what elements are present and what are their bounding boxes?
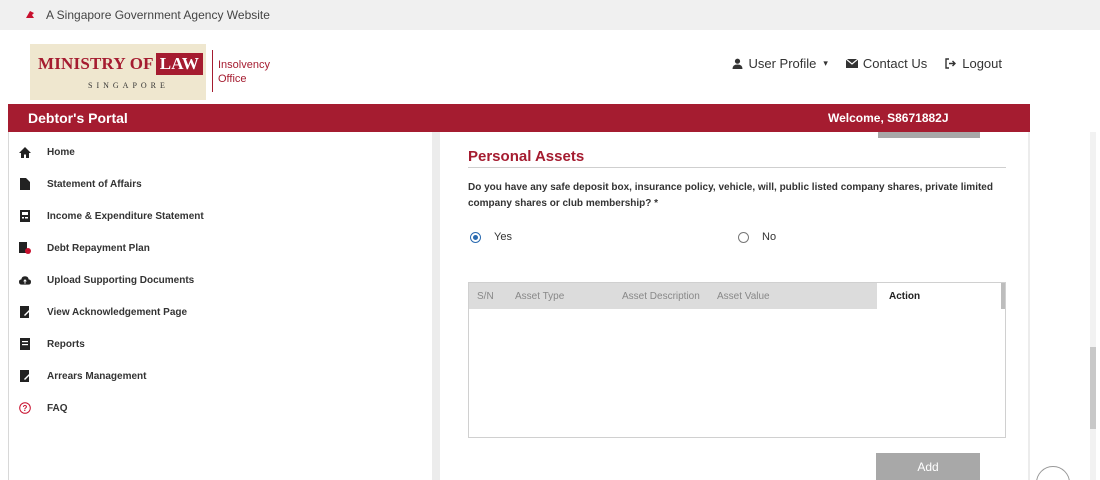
government-agency-text: A Singapore Government Agency Website [46,8,270,22]
logo-insolvency-office: Insolvency Office [218,58,270,86]
sidebar-item-label: Home [47,146,75,158]
sidebar-item-label: Upload Supporting Documents [47,274,195,286]
top-navigation: User Profile ▾ Contact Us Logout [732,56,1002,71]
sidebar-item-statement-of-affairs[interactable]: Statement of Affairs [19,174,142,194]
cloud-upload-icon [19,274,31,286]
radio-no[interactable]: No [738,231,776,243]
sidebar-item-debt-repayment-plan[interactable]: Debt Repayment Plan [19,238,150,258]
svg-text:?: ? [23,404,28,413]
sidebar-item-label: Income & Expenditure Statement [47,210,204,222]
header-action: Action [889,291,921,302]
header-sn[interactable]: S/N [477,291,494,302]
document-icon [19,178,31,190]
table-header: S/N Asset Type Asset Description Asset V… [469,283,1005,309]
sidebar-nav: Home Statement of Affairs Income & Expen… [8,132,432,480]
lion-head-icon [26,11,34,18]
header-asset-value[interactable]: Asset Value [717,291,770,302]
sidebar-item-income-expenditure[interactable]: Income & Expenditure Statement [19,206,204,226]
radio-unselected-icon [738,231,749,243]
personal-assets-panel: Personal Assets Do you have any safe dep… [440,132,1028,480]
user-profile-menu[interactable]: User Profile ▾ [732,56,828,71]
assets-question: Do you have any safe deposit box, insura… [468,182,993,209]
edit-document-icon [19,306,31,318]
assets-table: S/N Asset Type Asset Description Asset V… [468,282,1006,438]
logo-office-line2: Office [218,73,247,85]
edit-document-icon [19,370,31,382]
home-icon [19,146,31,158]
logout-label: Logout [962,56,1002,71]
sidebar-item-label: Debt Repayment Plan [47,242,150,254]
sign-out-icon [945,58,957,69]
government-agency-strip: A Singapore Government Agency Website [0,0,1100,30]
table-scrollbar[interactable] [1001,283,1005,309]
question-circle-icon: ? [19,402,31,414]
header-asset-type[interactable]: Asset Type [515,291,564,302]
sidebar-item-view-acknowledgement-page[interactable]: View Acknowledgement Page [19,302,187,322]
site-header: MINISTRY OF LAW SINGAPORE Insolvency Offic… [0,30,1100,104]
page-scrollbar-thumb[interactable] [1090,347,1096,429]
add-asset-button[interactable]: Add [876,453,980,480]
welcome-message: Welcome, S8671882J [828,111,949,125]
header-asset-description[interactable]: Asset Description [622,291,700,302]
radio-no-label: No [762,231,777,243]
portal-title: Debtor's Portal [28,110,128,126]
logout-link[interactable]: Logout [945,56,1002,71]
logo-ministry-of: MINISTRY OF [38,54,154,73]
sidebar-item-label: Statement of Affairs [47,178,142,190]
sidebar-item-upload-supporting-documents[interactable]: Upload Supporting Documents [19,270,194,290]
sidebar-item-reports[interactable]: Reports [19,334,85,354]
sidebar-item-arrears-management[interactable]: Arrears Management [19,366,146,386]
previous-button-partial[interactable] [878,132,980,138]
portal-bar: Debtor's Portal Welcome, S8671882J [8,104,1030,132]
report-icon [19,338,31,350]
logo-law: LAW [155,53,204,75]
sidebar-item-label: FAQ [47,402,68,414]
radio-yes-label: Yes [494,231,512,243]
ministry-of-law-logo[interactable]: MINISTRY OF LAW SINGAPORE Insolvency Offic… [30,44,270,104]
section-divider [468,167,1006,168]
logo-ministry-text: MINISTRY OF LAW [38,53,204,75]
scroll-to-top-button[interactable] [1036,466,1070,480]
contact-us-link[interactable]: Contact Us [845,56,928,71]
sidebar-item-label: Reports [47,338,85,350]
sidebar-item-faq[interactable]: ? FAQ [19,398,68,418]
logo-singapore: SINGAPORE [88,81,169,90]
envelope-icon [845,59,858,68]
sidebar-item-label: View Acknowledgement Page [47,306,188,318]
sidebar-item-label: Arrears Management [47,370,147,382]
sidebar-item-home[interactable]: Home [19,142,75,162]
logo-office-line1: Insolvency [218,59,270,71]
radio-selected-icon [470,231,481,243]
page-scrollbar[interactable] [1090,132,1096,480]
contact-us-label: Contact Us [862,56,928,71]
chevron-down-icon: ▾ [823,58,828,68]
section-title: Personal Assets [468,148,585,165]
ledger-icon [19,210,31,222]
plan-icon [19,242,31,254]
user-icon [732,58,743,69]
logo-divider [212,50,213,92]
radio-yes[interactable]: Yes [470,231,512,243]
user-profile-label: User Profile [748,56,817,71]
